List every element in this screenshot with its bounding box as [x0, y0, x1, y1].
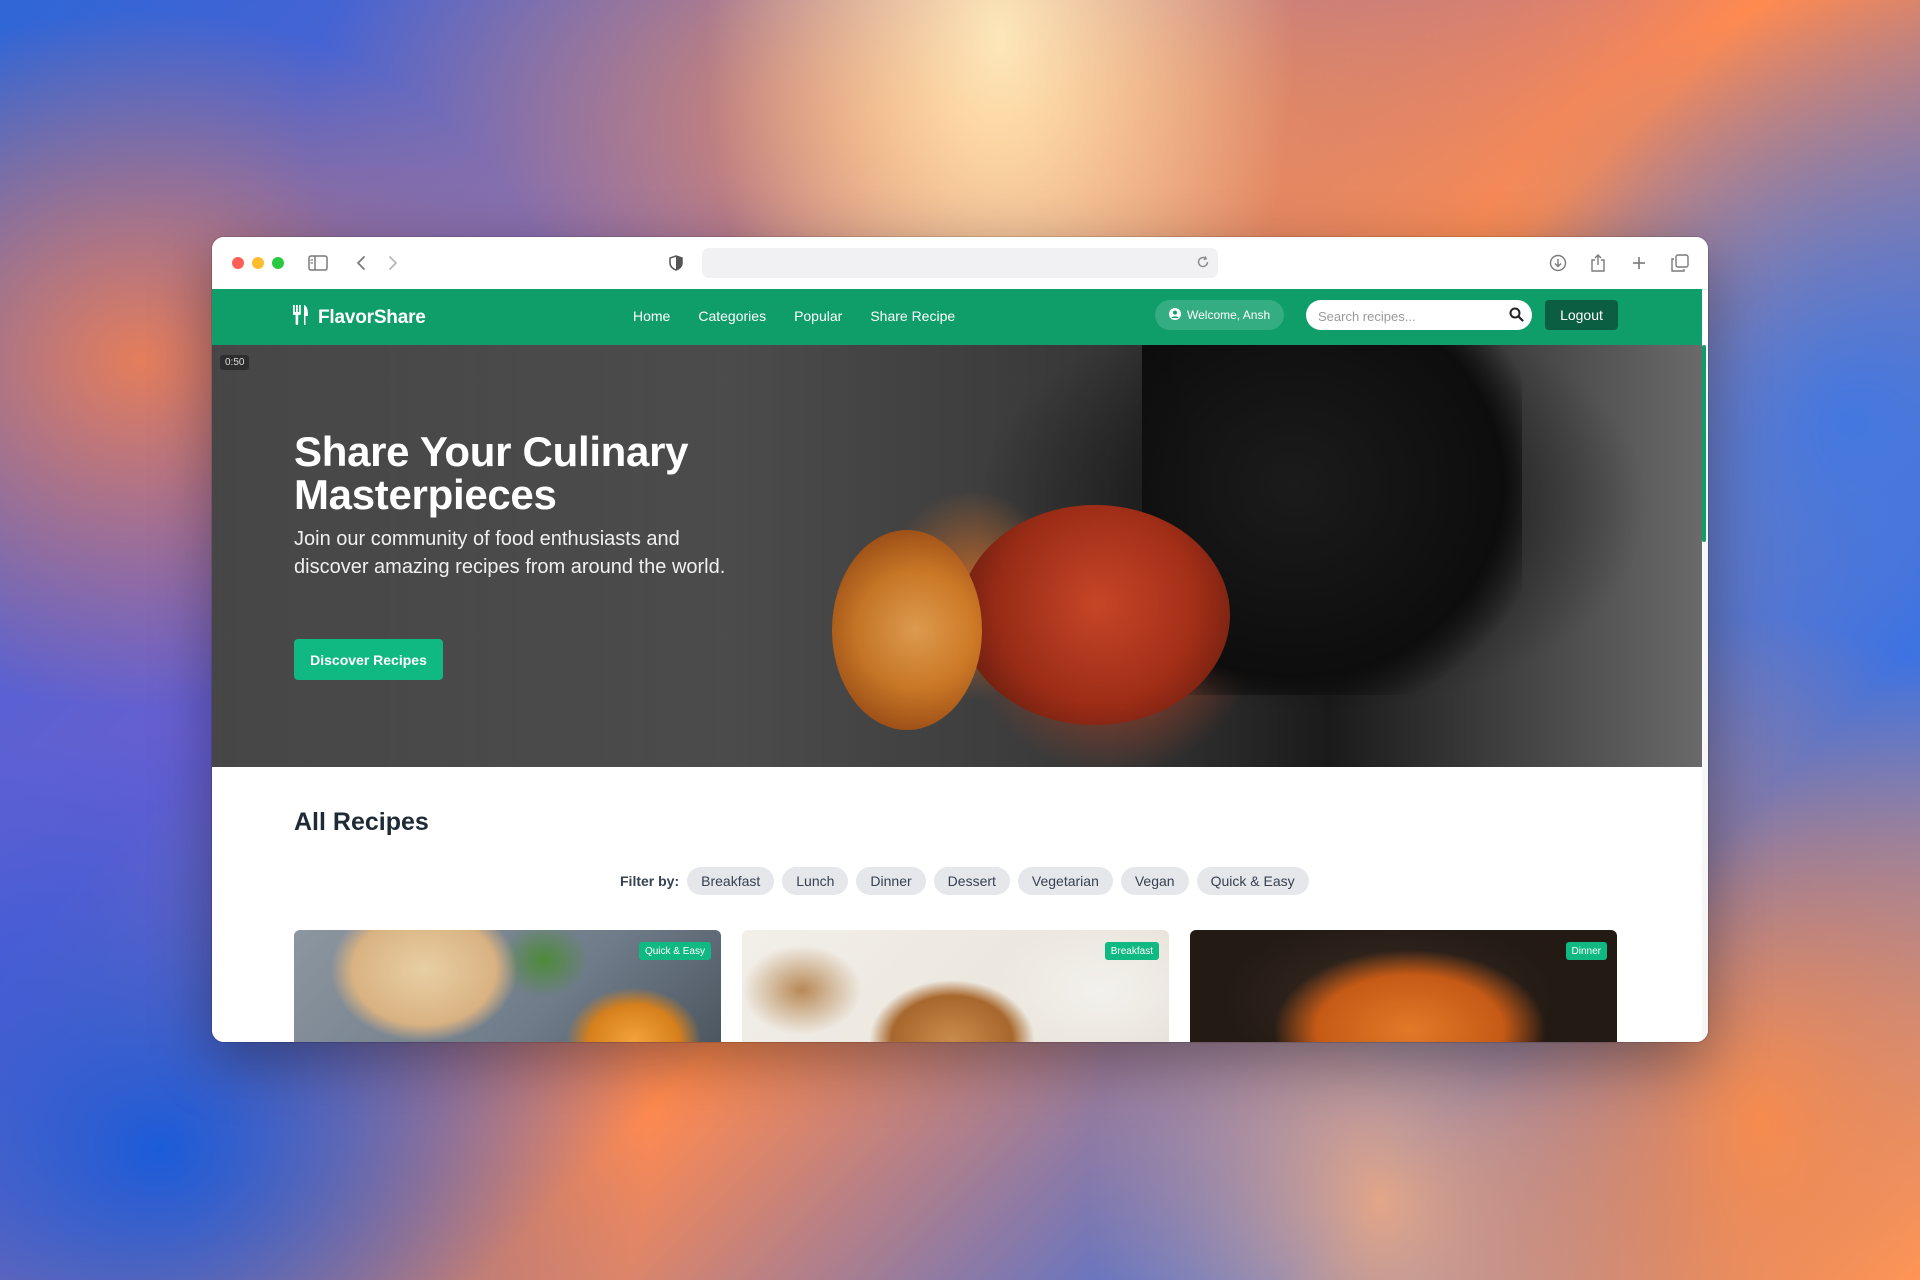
shield-icon[interactable] — [664, 251, 688, 275]
logout-button[interactable]: Logout — [1545, 300, 1618, 330]
back-icon[interactable] — [349, 251, 373, 275]
filter-chip-dessert[interactable]: Dessert — [933, 867, 1010, 895]
user-welcome[interactable]: Welcome, Ansh — [1155, 300, 1285, 330]
minimize-window-button[interactable] — [252, 257, 264, 269]
category-badge: Dinner — [1565, 942, 1607, 960]
hero-subtitle: Join our community of food enthusiasts a… — [294, 528, 726, 578]
filter-chip-vegetarian[interactable]: Vegetarian — [1017, 867, 1113, 895]
recipe-card[interactable]: Dinner — [1190, 930, 1617, 1042]
nav-share-recipe[interactable]: Share Recipe — [870, 308, 955, 324]
main-nav: Home Categories Popular Share Recipe — [633, 308, 955, 324]
filter-bar: Filter by: Breakfast Lunch Dinner Desser… — [620, 867, 1309, 895]
browser-toolbar — [212, 237, 1708, 290]
site-navbar: FlavorShare Home Categories Popular Shar… — [212, 289, 1702, 345]
user-circle-icon — [1169, 307, 1181, 323]
site-logo[interactable]: FlavorShare — [292, 304, 426, 331]
new-tab-icon[interactable] — [1627, 251, 1651, 275]
hero-title: Share Your Culinary Masterpieces — [294, 428, 689, 518]
welcome-text: Welcome, Ansh — [1187, 308, 1271, 322]
reload-icon[interactable] — [1196, 255, 1210, 274]
share-icon[interactable] — [1586, 251, 1610, 275]
scrollbar-thumb[interactable] — [1702, 345, 1706, 542]
search-box — [1306, 300, 1532, 330]
address-bar[interactable] — [702, 248, 1218, 278]
zoom-window-button[interactable] — [272, 257, 284, 269]
nav-popular[interactable]: Popular — [794, 308, 842, 324]
nav-categories[interactable]: Categories — [698, 308, 766, 324]
hero-video[interactable]: 0:50 Share Your Culinary Masterpieces Jo… — [212, 345, 1702, 767]
filter-chip-vegan[interactable]: Vegan — [1120, 867, 1189, 895]
recipes-section: All Recipes Filter by: Breakfast Lunch D… — [212, 767, 1702, 1042]
category-badge: Quick & Easy — [638, 942, 711, 960]
browser-window: FlavorShare Home Categories Popular Shar… — [212, 237, 1708, 1042]
tabs-icon[interactable] — [1668, 251, 1692, 275]
close-window-button[interactable] — [232, 257, 244, 269]
video-timestamp: 0:50 — [220, 355, 250, 370]
nav-home[interactable]: Home — [633, 308, 670, 324]
filter-chip-breakfast[interactable]: Breakfast — [687, 867, 775, 895]
brand-name: FlavorShare — [318, 306, 426, 328]
recipe-card[interactable]: Quick & Easy — [294, 930, 721, 1042]
sidebar-icon[interactable] — [306, 251, 330, 275]
category-badge: Breakfast — [1104, 942, 1159, 960]
search-icon[interactable] — [1509, 307, 1524, 327]
discover-recipes-button[interactable]: Discover Recipes — [294, 639, 443, 680]
section-title: All Recipes — [294, 808, 429, 836]
forward-icon[interactable] — [381, 251, 405, 275]
recipe-card[interactable]: Breakfast — [742, 930, 1169, 1042]
utensils-icon — [292, 304, 310, 331]
filter-chip-lunch[interactable]: Lunch — [782, 867, 849, 895]
filter-label: Filter by: — [620, 873, 680, 889]
download-icon[interactable] — [1546, 251, 1570, 275]
recipe-grid: Quick & Easy Breakfast Dinner — [294, 930, 1617, 1042]
filter-chip-dinner[interactable]: Dinner — [856, 867, 926, 895]
search-input[interactable] — [1316, 306, 1510, 326]
filter-chip-quick-easy[interactable]: Quick & Easy — [1196, 867, 1309, 895]
